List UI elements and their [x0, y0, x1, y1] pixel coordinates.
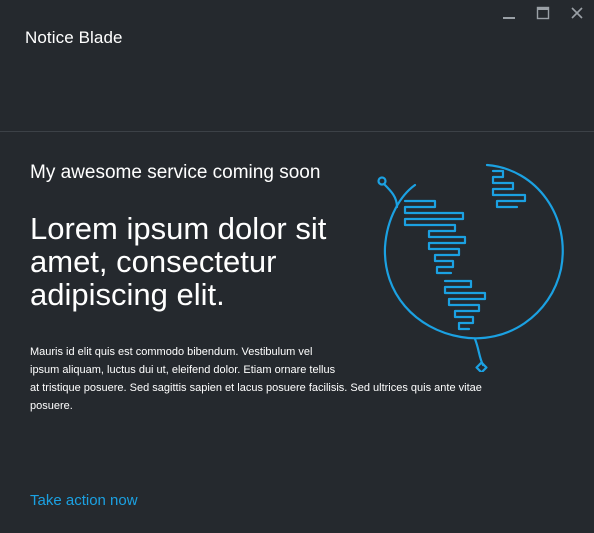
minimize-button[interactable]	[492, 0, 526, 26]
title-bar: Notice Blade	[0, 0, 594, 131]
body-line: posuere.	[30, 400, 73, 412]
body-line: at tristique posuere. Sed sagittis sapie…	[30, 382, 482, 394]
maximize-icon	[536, 6, 550, 20]
close-icon	[571, 7, 583, 19]
take-action-link[interactable]: Take action now	[30, 492, 138, 509]
notice-blade-window: Notice Blade My awesome service coming s…	[0, 0, 594, 533]
subtitle: My awesome service coming soon	[30, 162, 321, 183]
globe-icon	[377, 163, 564, 372]
window-controls	[492, 0, 594, 28]
blade-title: Notice Blade	[25, 28, 123, 47]
close-button[interactable]	[560, 0, 594, 26]
main-content: My awesome service coming soon Lorem ips…	[0, 132, 594, 533]
maximize-button[interactable]	[526, 0, 560, 26]
minimize-icon	[503, 17, 515, 19]
headline: Lorem ipsum dolor sit amet, consectetur …	[30, 211, 327, 312]
